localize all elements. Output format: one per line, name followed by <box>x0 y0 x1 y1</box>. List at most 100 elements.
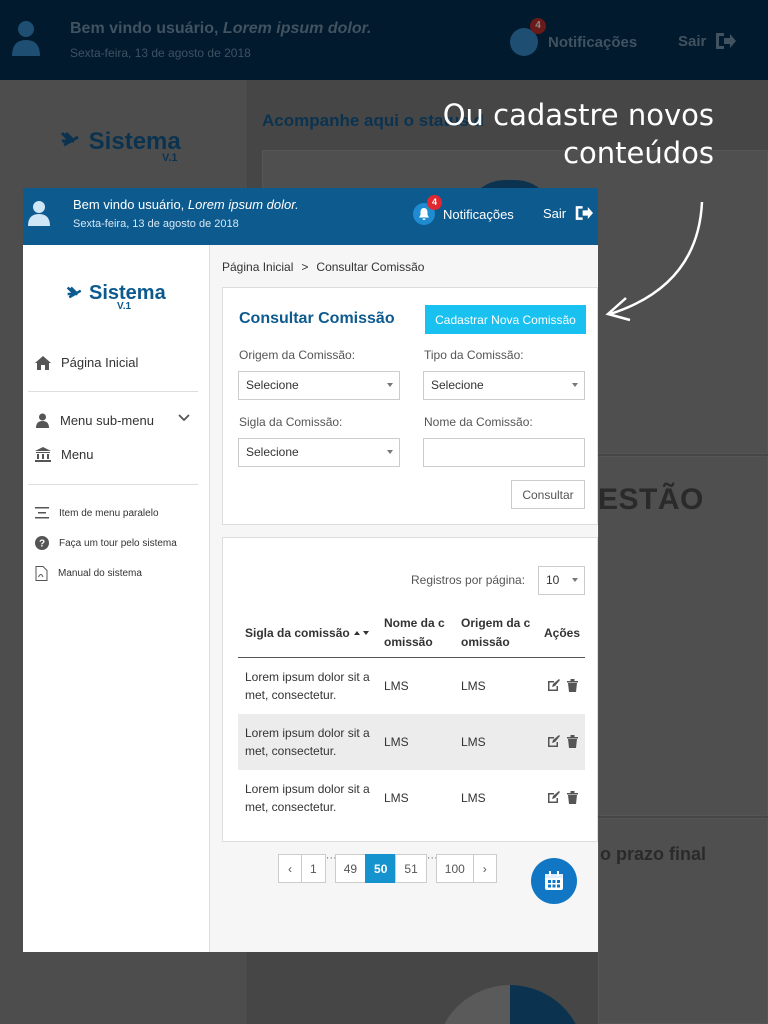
per-page-label: Registros por página: <box>411 573 526 587</box>
calendar-fab-button[interactable] <box>531 858 577 904</box>
per-page-select[interactable]: 10 <box>538 566 585 595</box>
sidebar-item-parallel[interactable]: Item de menu paralelo <box>35 506 159 520</box>
sidebar-divider <box>28 391 198 392</box>
delete-icon[interactable] <box>567 735 578 748</box>
table-row: Lorem ipsum dolor sit a met, consectetur… <box>238 714 585 770</box>
pagination-page-button[interactable]: 49 <box>334 854 367 883</box>
column-header-origin: Origem da c omissão <box>461 616 531 649</box>
cell-origin: LMS <box>461 679 486 693</box>
app-header: Bem vindo usuário, Lorem ipsum dolor. Se… <box>23 188 598 245</box>
cell-name: LMS <box>384 735 409 749</box>
app-window: Bem vindo usuário, Lorem ipsum dolor. Se… <box>23 188 598 952</box>
logo-icon <box>66 286 82 298</box>
background-notifications: 4 Notificações <box>510 18 637 56</box>
cell-name: LMS <box>384 679 409 693</box>
background-exit: Sair <box>678 32 737 50</box>
main-content: Página Inicial > Consultar Comissão Cons… <box>210 245 598 952</box>
pagination-page-button[interactable]: 51 <box>395 854 427 883</box>
current-date: Sexta-feira, 13 de agosto de 2018 <box>73 218 239 230</box>
caret-down-icon <box>387 383 393 387</box>
svg-text:?: ? <box>39 539 45 550</box>
sidebar-divider <box>28 484 198 485</box>
edit-icon[interactable] <box>547 679 560 692</box>
notifications-badge: 4 <box>427 195 442 210</box>
caret-down-icon <box>387 450 393 454</box>
edit-icon[interactable] <box>547 791 560 804</box>
background-prazo-heading: o prazo final <box>600 844 707 864</box>
exit-icon <box>575 206 594 220</box>
chevron-down-icon[interactable] <box>178 414 190 422</box>
origin-select[interactable]: Selecione <box>238 371 400 400</box>
name-input[interactable] <box>423 438 585 467</box>
list-icon <box>35 507 49 519</box>
cell-acronym: Lorem ipsum dolor sit a met, consectetur… <box>245 782 370 814</box>
acronym-label: Sigla da Comissão: <box>239 415 343 429</box>
search-form-card: Consultar Comissão Cadastrar Nova Comiss… <box>222 287 598 525</box>
help-icon: ? <box>35 536 49 550</box>
background-date: Sexta-feira, 13 de agosto de 2018 <box>70 46 251 60</box>
calendar-icon <box>545 871 563 890</box>
exit-label: Sair <box>543 205 567 221</box>
background-logo-icon <box>60 131 79 147</box>
cell-origin: LMS <box>461 791 486 805</box>
user-icon <box>36 413 49 428</box>
logo: Sistema <box>66 282 166 305</box>
user-avatar-icon <box>28 201 50 226</box>
form-title: Consultar Comissão <box>239 310 395 327</box>
pagination-current-page[interactable]: 50 <box>365 854 397 883</box>
acronym-select[interactable]: Selecione <box>238 438 400 467</box>
name-label: Nome da Comissão: <box>424 415 533 429</box>
delete-icon[interactable] <box>567 791 578 804</box>
sidebar-item-tour[interactable]: ? Faça um tour pelo sistema <box>35 536 177 550</box>
sidebar-item-menu[interactable]: Menu <box>35 447 94 462</box>
background-header: Bem vindo usuário, Lorem ipsum dolor. Se… <box>0 0 768 80</box>
breadcrumb-current: Consultar Comissão <box>316 260 425 274</box>
notifications-button[interactable]: 4 Notificações <box>413 195 514 225</box>
pdf-icon <box>35 566 48 581</box>
exit-button[interactable]: Sair <box>543 205 594 221</box>
cell-name: LMS <box>384 791 409 805</box>
pagination: ‹ 1 ··· 49 50 51 ··· 100 › <box>278 852 497 883</box>
annotation-arrow-icon <box>605 201 704 322</box>
breadcrumb: Página Inicial > Consultar Comissão <box>222 260 424 274</box>
breadcrumb-home[interactable]: Página Inicial <box>222 260 293 274</box>
pagination-page-button[interactable]: 1 <box>301 854 326 883</box>
bank-icon <box>35 447 51 462</box>
delete-icon[interactable] <box>567 679 578 692</box>
sidebar-item-home[interactable]: Página Inicial <box>35 355 138 370</box>
edit-icon[interactable] <box>547 735 560 748</box>
sidebar-item-manual[interactable]: Manual do sistema <box>35 566 142 581</box>
breadcrumb-separator: > <box>301 260 309 274</box>
new-commission-button[interactable]: Cadastrar Nova Comissão <box>425 305 586 334</box>
query-button[interactable]: Consultar <box>511 480 585 509</box>
pagination-prev-button[interactable]: ‹ <box>278 854 302 883</box>
origin-label: Origem da Comissão: <box>239 348 356 362</box>
cell-origin: LMS <box>461 735 486 749</box>
logo-version: V.1 <box>117 301 132 312</box>
column-header-actions: Ações <box>544 626 581 640</box>
background-gestao-heading: ESTÃO <box>598 483 704 516</box>
type-select[interactable]: Selecione <box>423 371 585 400</box>
background-logo-version: V.1 <box>162 152 178 164</box>
annotation-text: Ou cadastre novos conteúdos <box>442 98 714 170</box>
table-row: Lorem ipsum dolor sit a met, consectetur… <box>238 658 585 714</box>
pagination-next-button[interactable]: › <box>472 854 497 883</box>
bell-icon: 4 <box>413 195 442 225</box>
results-card: Registros por página: 10 Sigla da comiss… <box>222 537 598 842</box>
sidebar: Sistema V.1 Página Inicial Menu sub-menu… <box>23 245 210 952</box>
background-bell-icon: 4 <box>510 18 546 56</box>
column-header-acronym[interactable]: Sigla da comissão <box>245 624 371 643</box>
sort-icon <box>354 631 370 635</box>
welcome-message: Bem vindo usuário, Lorem ipsum dolor. <box>73 197 299 212</box>
caret-down-icon <box>572 578 578 582</box>
home-icon <box>35 355 51 370</box>
caret-down-icon <box>572 383 578 387</box>
cell-acronym: Lorem ipsum dolor sit a met, consectetur… <box>245 726 370 758</box>
table-row: Lorem ipsum dolor sit a met, consectetur… <box>238 770 585 826</box>
background-exit-icon <box>716 33 737 49</box>
pagination-page-button[interactable]: 100 <box>435 854 474 883</box>
column-header-name: Nome da c omissão <box>384 616 445 649</box>
sidebar-item-submenu[interactable]: Menu sub-menu <box>35 413 154 428</box>
background-welcome: Bem vindo usuário, Lorem ipsum dolor. <box>70 20 372 37</box>
type-label: Tipo da Comissão: <box>424 348 524 362</box>
